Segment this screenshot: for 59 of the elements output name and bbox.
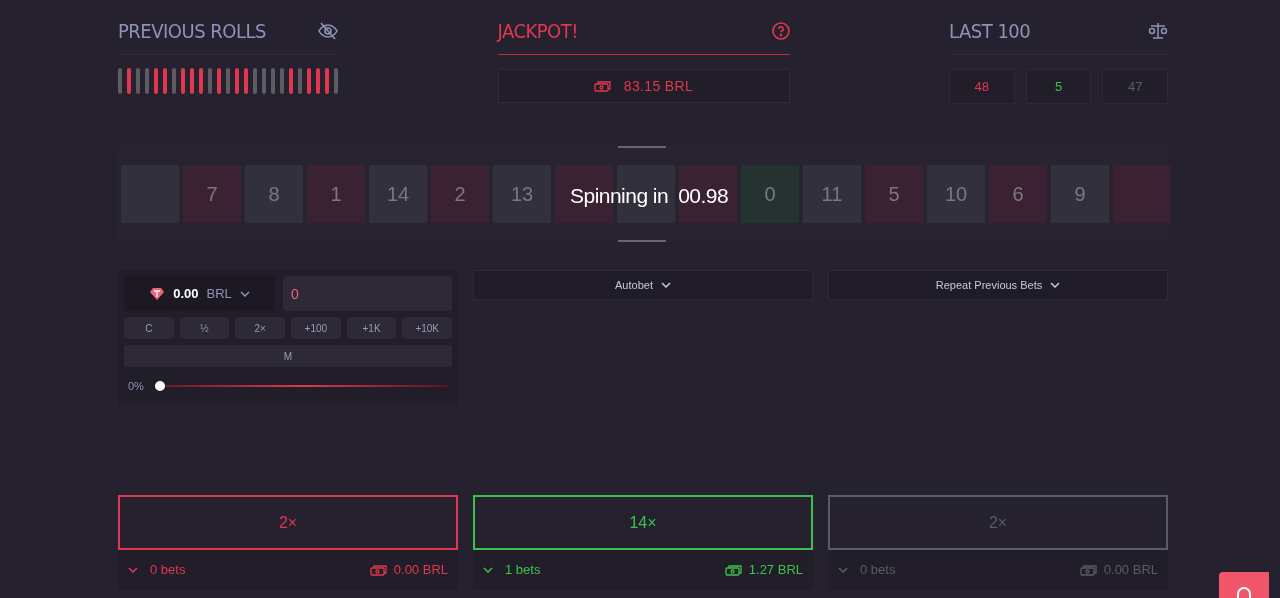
count-tile: 5 xyxy=(1025,69,1092,104)
chevron-icon xyxy=(838,567,848,573)
cash-icon xyxy=(593,79,612,93)
place-bet-button[interactable]: 2× xyxy=(118,495,458,550)
bet-modifier-button[interactable]: 2× xyxy=(235,317,285,339)
marker-line xyxy=(618,146,666,148)
bet-total: 1.27 BRL xyxy=(748,561,803,580)
wheel-tile: 8 xyxy=(245,165,303,223)
spin-timer: 00.98 xyxy=(678,183,729,209)
repeat-bets-button[interactable]: Repeat Previous Bets xyxy=(828,270,1168,300)
wheel-tile: 13 xyxy=(493,165,551,223)
section-title: PREVIOUS ROLLS xyxy=(118,18,266,45)
bet-count: 0 bets xyxy=(150,561,186,580)
spin-status: Spinning in xyxy=(570,183,669,209)
cash-icon xyxy=(369,563,388,577)
bet-modifier-button[interactable]: ½ xyxy=(179,317,230,339)
count-tile: 47 xyxy=(1102,69,1168,104)
bet-modifier-button[interactable]: +1K xyxy=(346,317,397,339)
bet-modifier-button[interactable]: +100 xyxy=(291,317,341,339)
place-bet-button[interactable]: 14× xyxy=(473,495,813,550)
wheel-tile: 10 xyxy=(927,165,985,223)
jackpot-amount: 83.15 BRL xyxy=(623,76,694,96)
currency-selector[interactable]: 0.00 BRL xyxy=(124,276,275,311)
max-button[interactable]: M xyxy=(124,345,452,367)
section-title: LAST 100 xyxy=(949,18,1031,45)
headset-icon xyxy=(1236,586,1252,598)
wheel-tile: 0 xyxy=(741,165,799,223)
cash-icon xyxy=(724,563,743,577)
autobet-button[interactable]: Autobet xyxy=(473,270,813,300)
bet-amount-field[interactable]: 0 xyxy=(283,276,452,311)
bet-modifier-button[interactable]: +10K xyxy=(402,317,453,339)
bet-count: 1 bets xyxy=(505,561,541,580)
wheel-tile: 1 xyxy=(307,165,365,223)
section-title: JACKPOT! xyxy=(497,18,578,45)
gem-icon xyxy=(149,286,166,301)
wheel-tile: 9 xyxy=(1051,165,1109,223)
bet-total: 0.00 BRL xyxy=(393,561,448,580)
wheel-tile: 11 xyxy=(803,165,861,223)
bet-modifier-button[interactable]: C xyxy=(124,317,174,339)
chevron-icon xyxy=(239,290,250,297)
wheel-tile: 2 xyxy=(431,165,489,223)
bet-count: 0 bets xyxy=(860,561,896,580)
wheel-tile: 14 xyxy=(369,165,427,223)
chevron-icon xyxy=(128,567,138,573)
cash-icon xyxy=(1079,563,1098,577)
wheel-tile: 5 xyxy=(865,165,923,223)
count-tile: 48 xyxy=(949,69,1015,104)
help-icon[interactable] xyxy=(771,22,790,40)
wheel-tile: 7 xyxy=(183,165,241,223)
marker-line xyxy=(618,240,666,242)
scale-icon xyxy=(1148,22,1168,40)
chevron-icon xyxy=(1050,282,1061,288)
slider-thumb[interactable] xyxy=(154,381,165,391)
wheel-tile: 6 xyxy=(989,165,1047,223)
bet-total: 0.00 BRL xyxy=(1103,561,1158,580)
chevron-icon xyxy=(660,282,671,288)
eye-slash-icon[interactable] xyxy=(318,22,338,40)
percent-label: 0% xyxy=(128,378,144,394)
chevron-icon xyxy=(483,567,493,573)
